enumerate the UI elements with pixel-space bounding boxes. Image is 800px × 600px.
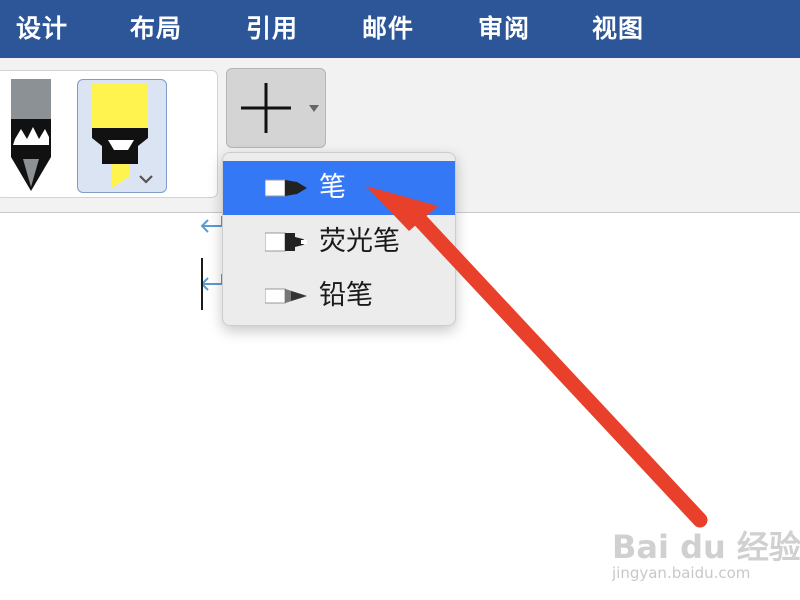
paragraph-mark-icon	[200, 216, 223, 233]
dropdown-item-highlighter[interactable]: 荧光笔	[223, 215, 455, 269]
add-pen-button[interactable]	[226, 68, 326, 148]
gray-pen-icon[interactable]	[3, 79, 59, 195]
tab-view[interactable]: 视图	[592, 10, 644, 48]
dropdown-item-pencil[interactable]: 铅笔	[223, 269, 455, 323]
tab-references[interactable]: 引用	[246, 10, 298, 48]
dropdown-item-label: 笔	[319, 172, 346, 203]
pen-gallery	[0, 70, 218, 198]
tab-layout[interactable]: 布局	[130, 10, 182, 48]
highlighter-icon	[265, 232, 307, 252]
tab-design[interactable]: 设计	[16, 10, 68, 48]
dropdown-caret-icon	[309, 105, 319, 112]
yellow-highlighter-icon[interactable]	[77, 79, 167, 193]
tab-mailings[interactable]: 邮件	[362, 10, 414, 48]
pencil-icon	[265, 288, 307, 304]
text-cursor	[201, 258, 203, 310]
tab-review[interactable]: 审阅	[478, 10, 530, 48]
watermark-brand: Bai du 经验	[612, 528, 800, 566]
dropdown-item-pen[interactable]: 笔	[223, 161, 455, 215]
dropdown-item-label: 荧光笔	[319, 226, 400, 257]
pen-icon	[265, 179, 307, 197]
ribbon-tab-bar: 设计 布局 引用 邮件 审阅 视图	[0, 0, 800, 58]
dropdown-item-label: 铅笔	[319, 280, 373, 311]
watermark-url: jingyan.baidu.com	[612, 564, 751, 582]
plus-icon	[241, 83, 291, 133]
pen-type-dropdown: 笔 荧光笔 铅笔	[222, 152, 456, 326]
baidu-watermark: Bai du 经验 jingyan.baidu.com	[612, 510, 800, 590]
